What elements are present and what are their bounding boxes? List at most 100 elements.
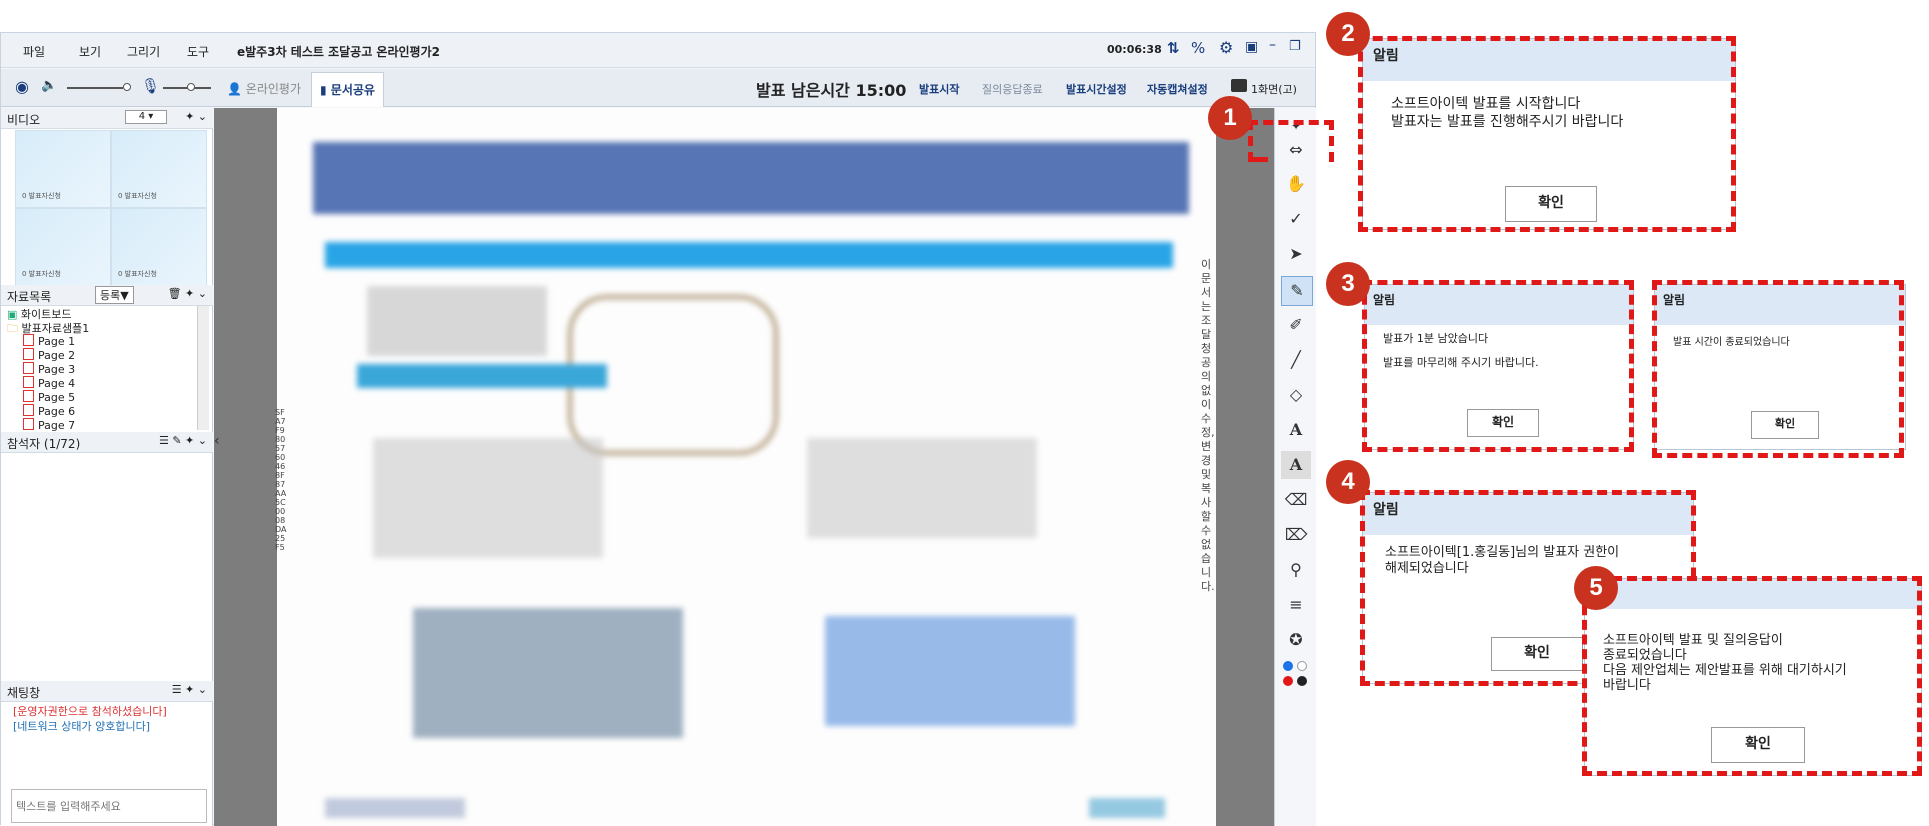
- menu-view[interactable]: 보기: [79, 43, 101, 60]
- auto-capture-setting-button[interactable]: 자동캡쳐설정: [1147, 81, 1208, 97]
- color-wheel-icon[interactable]: ✪: [1281, 626, 1311, 654]
- tree-item-page[interactable]: Page 6: [23, 404, 75, 418]
- video-cell[interactable]: 0 발표자신청: [15, 130, 111, 208]
- eraser-icon[interactable]: ⌫: [1281, 486, 1311, 514]
- menu-tools[interactable]: 도구: [187, 43, 209, 60]
- video-panel-header: 비디오 4 ▾ ✦ ⌄: [1, 108, 213, 129]
- pen-icon[interactable]: ✎: [1281, 276, 1313, 306]
- tree-label: Page 3: [38, 363, 76, 376]
- pdf-icon: [23, 418, 34, 430]
- speaker-volume-handle[interactable]: [123, 83, 131, 91]
- document-icon: ▮: [320, 83, 327, 97]
- meeting-title: e발주3차 테스트 조달공고 온라인평가2: [237, 45, 440, 59]
- video-cell-label: 0 발표자신청: [22, 270, 61, 278]
- document-side-notice: 이 문서는 조달청 공의없이 수정, 변경 및 복사할 수 없습니다.: [1201, 258, 1215, 593]
- sort-icon[interactable]: ⇅: [1167, 39, 1180, 57]
- presentation-time-setting-button[interactable]: 발표시간설정: [1066, 81, 1127, 97]
- blurred-text-block: [807, 438, 1037, 538]
- pdf-icon: [23, 376, 34, 388]
- tree-label: Page 7: [38, 419, 76, 432]
- video-cell[interactable]: 0 발표자신청: [111, 208, 207, 286]
- tree-item-page[interactable]: Page 3: [23, 362, 75, 376]
- tree-item-page[interactable]: Page 7: [23, 418, 75, 432]
- qa-end-button[interactable]: 질의응답종료: [982, 81, 1043, 97]
- participant-tools-icon[interactable]: ☰ ✎ ✦ ⌄: [159, 434, 207, 447]
- color-black-swatch[interactable]: [1297, 676, 1307, 686]
- annotation-dashed-box-5: [1582, 576, 1922, 776]
- tree-item-page[interactable]: Page 4: [23, 376, 75, 390]
- video-count-value: 4: [138, 111, 146, 122]
- pointer-arrow-icon[interactable]: ➤: [1281, 240, 1311, 268]
- microphone-icon[interactable]: 🎙: [141, 77, 160, 95]
- participants-panel-title: 참석자 (1/72): [7, 437, 81, 451]
- text-box-icon[interactable]: A: [1281, 451, 1311, 479]
- trash-pin-icon[interactable]: 🗑 ✦ ⌄: [168, 287, 207, 300]
- presentation-start-button[interactable]: 발표시작: [919, 81, 959, 97]
- video-cell-label: 0 발표자신청: [22, 192, 61, 200]
- tree-label: Page 2: [38, 349, 76, 362]
- chat-input[interactable]: [11, 789, 207, 823]
- check-icon[interactable]: ✓: [1281, 205, 1311, 233]
- tree-scrollbar[interactable]: [197, 306, 209, 430]
- tree-label: Page 1: [38, 335, 76, 348]
- tab-document-share[interactable]: ▮ 문서공유: [311, 72, 384, 107]
- menu-file[interactable]: 파일: [23, 43, 45, 60]
- chat-message: [네트워크 상태가 양호합니다]: [13, 720, 151, 733]
- annotation-dashed-box-3a: [1362, 280, 1634, 452]
- speaker-icon[interactable]: 🔈: [41, 78, 57, 93]
- annotation-dashed-box-3b: [1652, 280, 1904, 458]
- mic-volume-handle[interactable]: [187, 83, 195, 91]
- tree-label: Page 6: [38, 405, 76, 418]
- zoom-icon[interactable]: ⚲: [1281, 556, 1311, 584]
- restore-icon[interactable]: ❐: [1289, 39, 1301, 54]
- chat-panel-header: 채팅창 ☰ ✦ ⌄: [1, 681, 213, 702]
- highlighter-icon[interactable]: ✐: [1281, 311, 1311, 339]
- annotation-dashed-box-1b: [1248, 120, 1268, 162]
- video-cell[interactable]: 0 발표자신청: [15, 208, 111, 286]
- pin-icon[interactable]: ✦ ⌄: [185, 110, 207, 123]
- hand-icon[interactable]: ✋: [1281, 170, 1311, 198]
- collapse-left-icon[interactable]: ‹: [214, 433, 220, 449]
- color-red-swatch[interactable]: [1283, 676, 1293, 686]
- tree-label: Page 5: [38, 391, 76, 404]
- materials-panel-title: 자료목록: [7, 290, 52, 304]
- text-icon[interactable]: A: [1281, 416, 1311, 444]
- minimize-icon[interactable]: –: [1269, 37, 1276, 53]
- video-cell-label: 0 발표자신청: [118, 270, 157, 278]
- speaker-volume-slider[interactable]: [67, 87, 123, 89]
- video-panel-title: 비디오: [7, 113, 41, 127]
- color-blue-swatch[interactable]: [1283, 661, 1293, 671]
- chat-tools-icon[interactable]: ☰ ✦ ⌄: [172, 683, 207, 696]
- blurred-text-block: [367, 286, 547, 356]
- shape-icon[interactable]: ◇: [1281, 381, 1311, 409]
- document-page[interactable]: SFA7F9805760468F87AA5C0008DA25F5 이 문서는 조…: [275, 108, 1216, 826]
- annotation-badge-1: 1: [1208, 96, 1252, 140]
- document-side-code: SFA7F9805760468F87AA5C0008DA25F5: [275, 408, 287, 552]
- line-weight-icon[interactable]: ≡: [1281, 591, 1311, 619]
- tab-doc-label: 문서공유: [330, 83, 375, 97]
- gear-icon[interactable]: ⚙: [1219, 38, 1233, 57]
- video-cell[interactable]: 0 발표자신청: [111, 130, 207, 208]
- person-icon: 👤: [227, 82, 242, 96]
- color-white-swatch[interactable]: [1297, 661, 1307, 671]
- tree-label: Page 4: [38, 377, 76, 390]
- screen-icon[interactable]: ▣: [1245, 39, 1258, 55]
- tree-item-page[interactable]: Page 5: [23, 390, 75, 404]
- tab-online-evaluation[interactable]: 👤 온라인평가: [219, 72, 309, 106]
- screen-layout-label[interactable]: 1화면(고): [1251, 81, 1297, 97]
- pdf-icon: [23, 362, 34, 374]
- percent-icon[interactable]: %: [1191, 39, 1205, 57]
- blurred-footer: [325, 798, 465, 818]
- tree-item-page[interactable]: Page 2: [23, 348, 75, 362]
- annotation-badge-4: 4: [1326, 460, 1370, 504]
- video-count-select[interactable]: 4 ▾: [125, 110, 167, 124]
- webcam-icon[interactable]: ◉: [15, 77, 29, 96]
- register-button[interactable]: 등록▼: [95, 286, 134, 304]
- blurred-heading-bar: [325, 242, 1173, 268]
- screen-layout-icon[interactable]: [1231, 79, 1247, 92]
- tree-item-page[interactable]: Page 1: [23, 334, 75, 348]
- line-icon[interactable]: ╱: [1281, 346, 1311, 374]
- clear-eraser-icon[interactable]: ⌦: [1281, 521, 1311, 549]
- menu-draw[interactable]: 그리기: [127, 43, 160, 60]
- video-cell-label: 0 발표자신청: [118, 192, 157, 200]
